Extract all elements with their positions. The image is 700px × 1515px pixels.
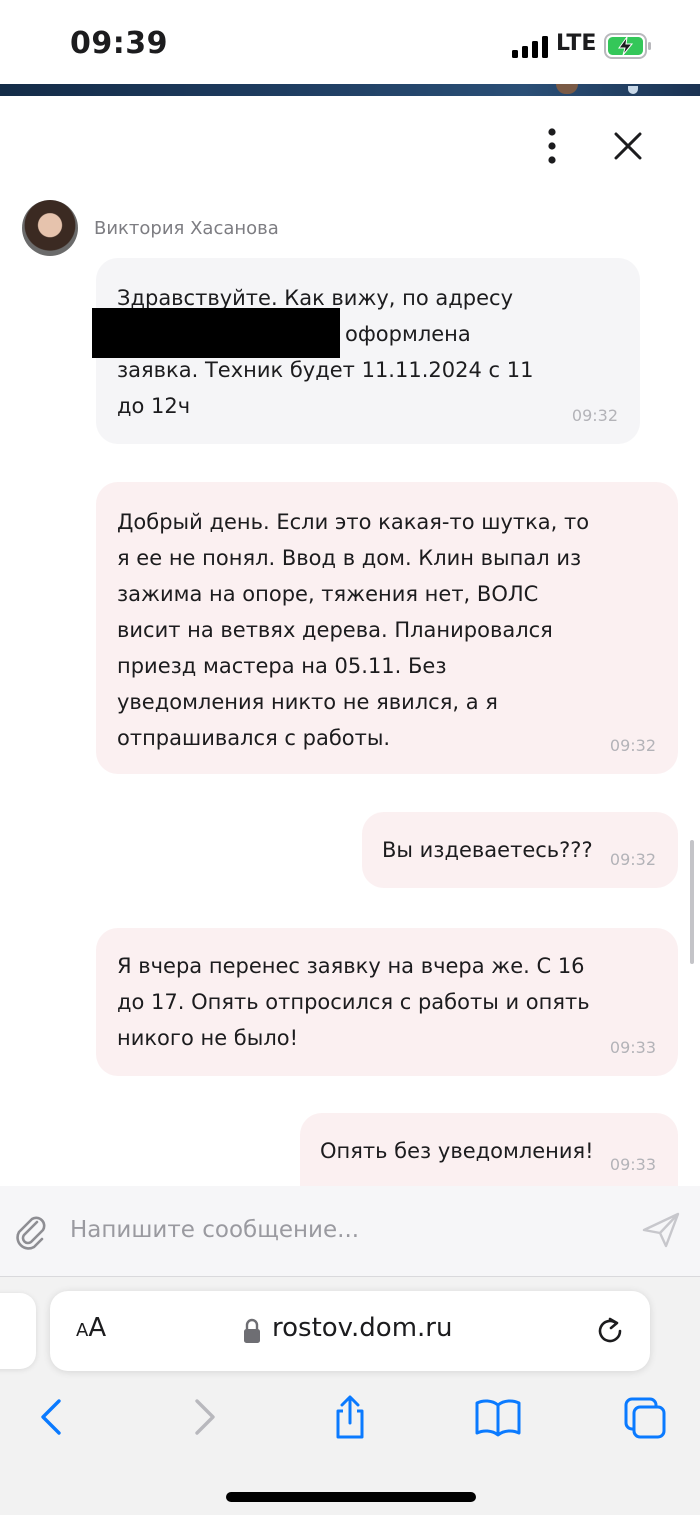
message-bubble: Я вчера перенес заявку на вчера же. С 16…	[96, 928, 678, 1076]
address-bar[interactable]: AA rostov.dom.ru	[50, 1291, 650, 1371]
forward-icon[interactable]	[180, 1395, 228, 1439]
home-indicator[interactable]	[226, 1492, 476, 1502]
message-time: 09:32	[609, 736, 656, 755]
previous-tab-preview[interactable]	[0, 1293, 36, 1369]
message-composer	[0, 1186, 700, 1276]
agent-name: Виктория Хасанова	[94, 218, 279, 239]
agent-info: Виктория Хасанова	[22, 200, 422, 258]
message-time: 09:33	[609, 1038, 656, 1057]
scroll-indicator[interactable]	[690, 840, 694, 964]
page-banner-strip	[0, 84, 700, 96]
message-text-line: заявка. Техник будет 11.11.2024 с 11 до …	[117, 358, 534, 418]
message-time: 09:32	[571, 406, 618, 425]
bookmarks-icon[interactable]	[474, 1395, 522, 1439]
battery-charging-icon	[604, 33, 651, 59]
share-icon[interactable]	[326, 1395, 374, 1439]
lock-icon	[244, 1318, 260, 1343]
close-icon[interactable]	[610, 128, 646, 164]
message-text: Опять без уведомления!	[320, 1139, 594, 1163]
message-bubble: Вы издеваетесь??? 09:32	[362, 812, 678, 888]
status-time: 09:39	[70, 26, 168, 61]
redaction-block	[92, 308, 340, 358]
back-icon[interactable]	[28, 1395, 76, 1439]
reload-icon[interactable]	[594, 1315, 626, 1347]
network-type: LTE	[556, 31, 597, 56]
paperclip-icon[interactable]	[12, 1210, 48, 1250]
status-bar: 09:39 LTE	[0, 0, 700, 84]
message-bubble: Добрый день. Если это какая-то шутка, то…	[96, 482, 678, 774]
message-text: Я вчера перенес заявку на вчера же. С 16…	[117, 954, 590, 1050]
message-input[interactable]	[70, 1210, 610, 1250]
cellular-signal-icon	[512, 34, 548, 58]
avatar	[22, 200, 78, 256]
message-text: Вы издеваетесь???	[382, 838, 593, 862]
url-text[interactable]: rostov.dom.ru	[272, 1313, 452, 1343]
message-time: 09:32	[609, 850, 656, 869]
message-text: Добрый день. Если это какая-то шутка, то…	[117, 510, 590, 750]
more-vertical-icon[interactable]	[536, 126, 568, 166]
text-size-button[interactable]: AA	[76, 1313, 106, 1343]
tabs-icon[interactable]	[622, 1395, 670, 1439]
text-size-small-label: A	[76, 1320, 89, 1341]
send-icon[interactable]	[640, 1210, 682, 1250]
text-size-large-label: A	[88, 1313, 107, 1343]
message-time: 09:33	[609, 1155, 656, 1174]
browser-chrome: AA rostov.dom.ru	[0, 1276, 700, 1515]
screen: 09:39 LTE Виктория Хасанова Здравствуйте…	[0, 0, 700, 1515]
